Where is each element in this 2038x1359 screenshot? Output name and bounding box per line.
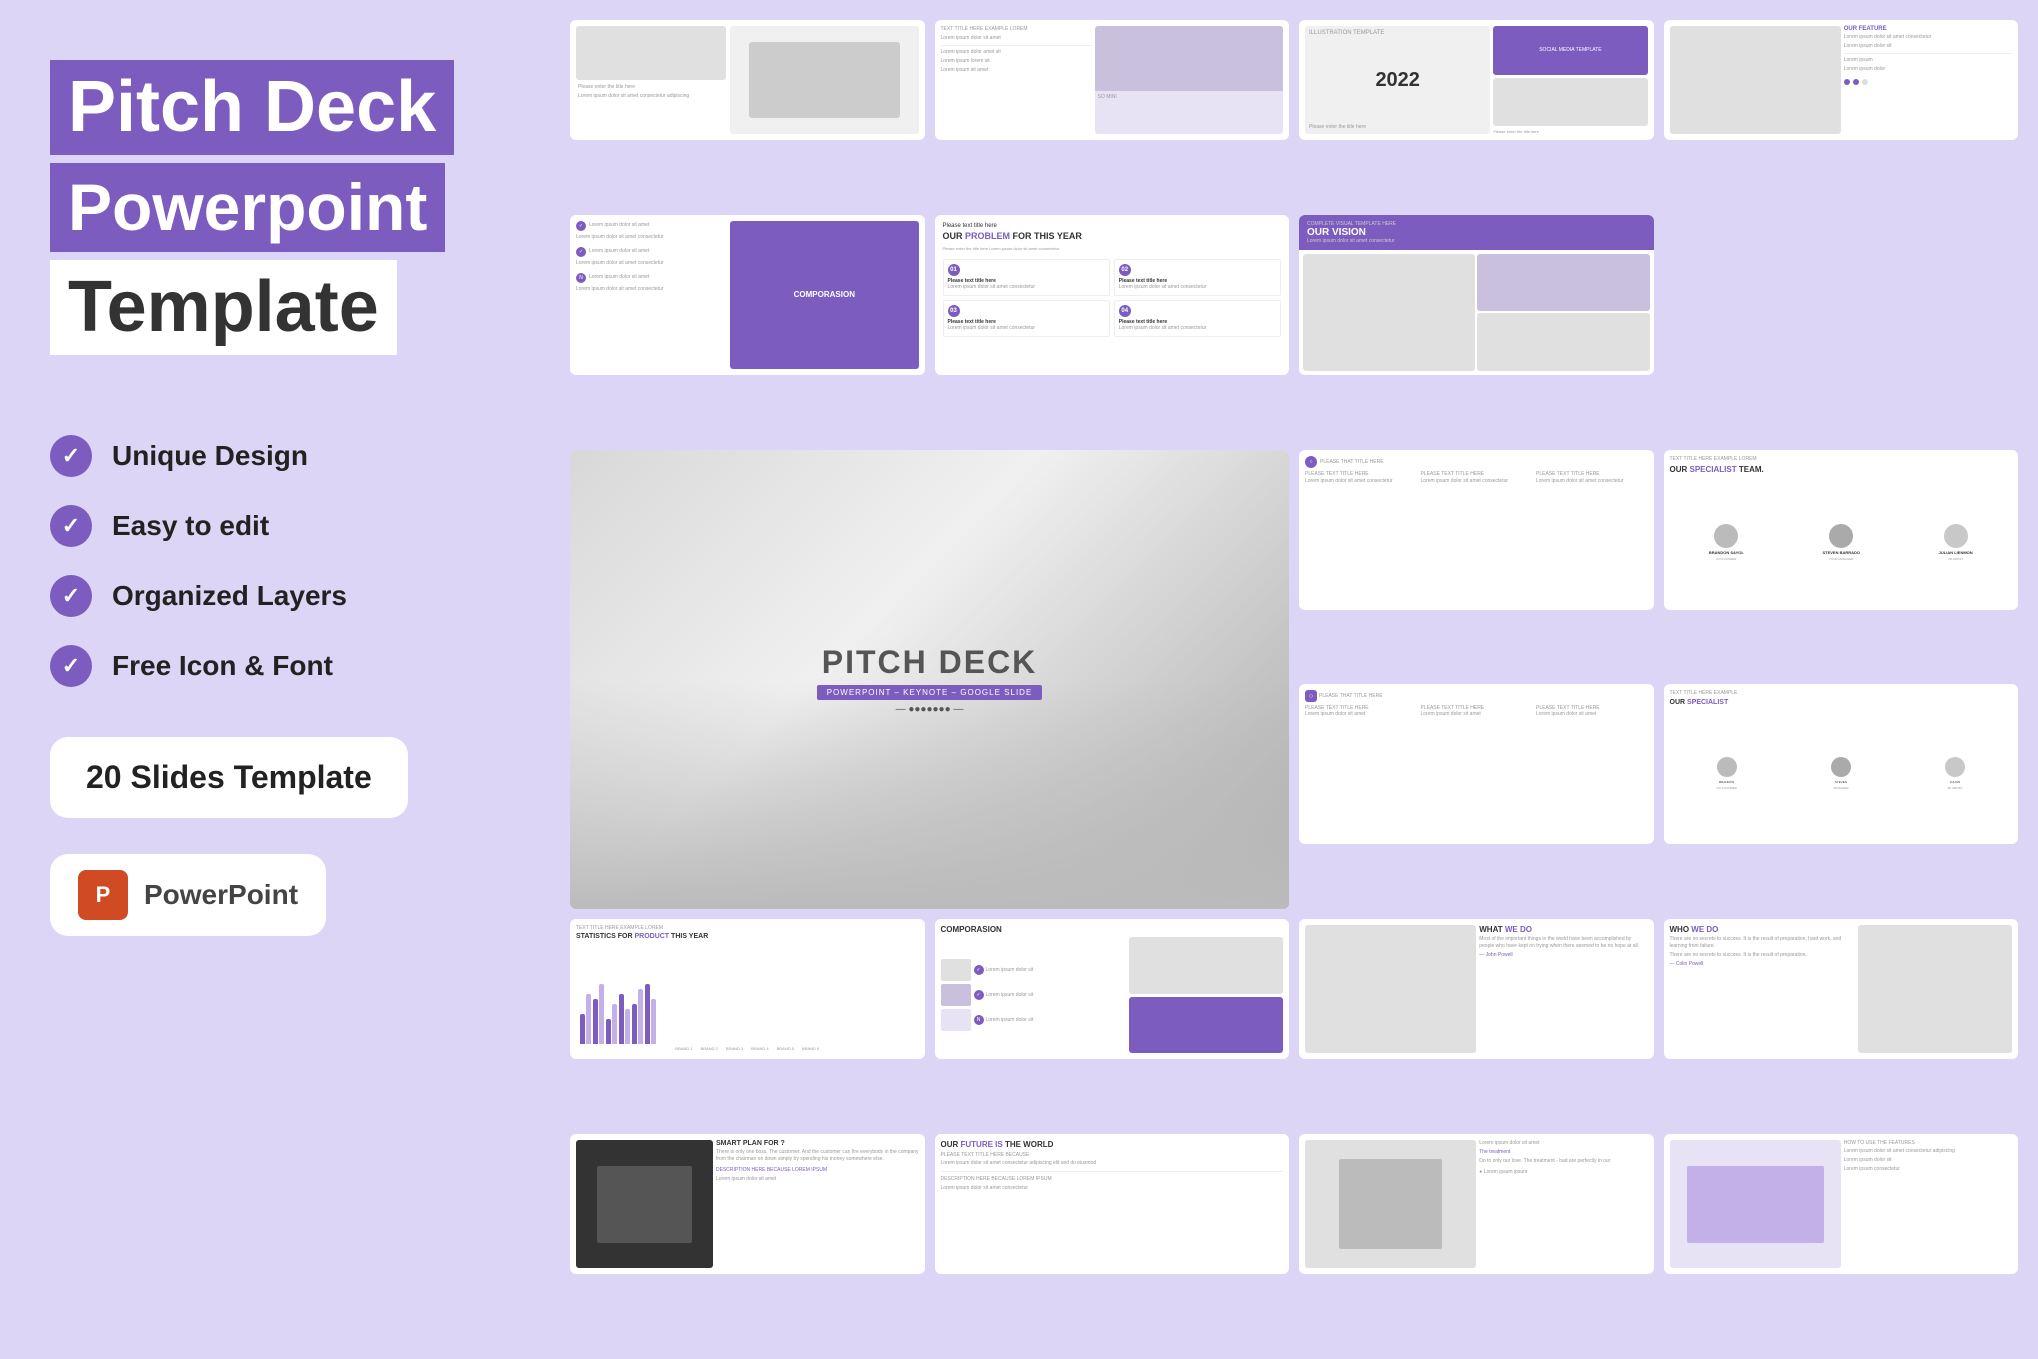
slide-tech-specs[interactable]: TEXT TITLE HERE EXAMPLE LOREM Lorem ipsu… xyxy=(935,20,1290,140)
slides-badge-text: 20 Slides Template xyxy=(86,759,372,795)
slide-r1c2-text1: TEXT TITLE HERE EXAMPLE LOREM xyxy=(941,26,1092,33)
team-member-3: JULIAN LIENMON 3D ARTIST xyxy=(1939,524,1973,561)
team-member-1: BRANDON SAYOL CO-FOUNDER xyxy=(1709,524,1744,561)
team-member-2: STEVEN BARRADO YOUR MANAGER xyxy=(1822,524,1860,561)
feature-label-1: Unique Design xyxy=(112,440,308,472)
specialist-title: OUR SPECIALIST TEAM. xyxy=(1670,465,2013,474)
slide-what-we-do[interactable]: WHAT WE DO Most of the important things … xyxy=(1299,919,1654,1059)
slide-2022-subtext: Please enter the title here xyxy=(1309,124,1486,130)
features-list: Unique Design Easy to edit Organized Lay… xyxy=(50,435,510,687)
pitch-main-subtitle: POWERPOINT – KEYNOTE – GOOGLE SLIDE xyxy=(817,685,1043,700)
slide-comparison2[interactable]: COMPORASION ✓ Lorem ipsum dolor sit ✓ xyxy=(935,919,1290,1059)
slide-tech-person[interactable]: Lorem ipsum dolor sit amet The treatment… xyxy=(1299,1134,1654,1274)
pitch-progress-dots: — ●●●●●●● — xyxy=(817,704,1043,715)
problem-please-text: Please text title here xyxy=(943,223,1282,229)
pitch-main-title: PITCH DECK xyxy=(817,644,1043,681)
slide-r1c2-text3: Lorem ipsum dolor amet sit xyxy=(941,49,1092,56)
year-display: 2022 xyxy=(1375,69,1420,92)
slides-badge: 20 Slides Template xyxy=(50,737,408,818)
slide-statistics[interactable]: TEXT TITLE HERE EXAMPLE LOREM STATISTICS… xyxy=(570,919,925,1059)
slide-comparison[interactable]: ✓ Lorem ipsum dolor sit amet Lorem ipsum… xyxy=(570,215,925,375)
vision-title: OUR VISION xyxy=(1307,227,1646,238)
slide-specialist-team[interactable]: TEXT TITLE HERE EXAMPLE LOREM OUR SPECIA… xyxy=(1664,450,2019,610)
feature-3col: PLEASE TEXT TITLE HERE Lorem ipsum dolor… xyxy=(1305,471,1648,485)
title-line1: Pitch Deck xyxy=(50,60,454,155)
slide-who-we-do[interactable]: WHO WE DO There are no secrets to succes… xyxy=(1664,919,2019,1059)
feature-item-1: Unique Design xyxy=(50,435,510,477)
slide-laptop[interactable]: Please enter the title here Lorem ipsum … xyxy=(570,20,925,140)
our-problem-title: OUR PROBLEM FOR THIS YEAR xyxy=(943,231,1282,242)
left-panel: Pitch Deck Powerpoint Template Unique De… xyxy=(0,0,560,1359)
slide-2022[interactable]: ILLUSTRATION TEMPLATE 2022 Please enter … xyxy=(1299,20,1654,140)
powerpoint-label: PowerPoint xyxy=(144,879,298,911)
slide-specialist-lower[interactable]: TEXT TITLE HERE EXAMPLE OUR SPECIALIST B… xyxy=(1664,684,2019,844)
slide-r1c2-text2: Lorem ipsum dolor sit amet xyxy=(941,35,1092,42)
powerpoint-badge: P PowerPoint xyxy=(50,854,326,936)
check-icon-1 xyxy=(50,435,92,477)
what-we-do-title: WHAT WE DO xyxy=(1479,925,1647,934)
comparison2-label: COMPORASION xyxy=(941,925,1284,934)
problem-cell-2: 02 Please text title here Lorem ipsum do… xyxy=(1114,259,1281,296)
our-future-title: OUR FUTURE IS THE WORLD xyxy=(941,1140,1284,1150)
who-we-do-title: WHO WE DO xyxy=(1670,925,1855,934)
problem-grid: 01 Please text title here Lorem ipsum do… xyxy=(943,259,1282,337)
slide-feature-boxes[interactable]: ○ PLEASE THAT TITLE HERE PLEASE TEXT TIT… xyxy=(1299,450,1654,610)
check-icon-3 xyxy=(50,575,92,617)
slide-our-problem[interactable]: Please text title here OUR PROBLEM FOR T… xyxy=(935,215,1290,375)
slide-vision-lower[interactable]: ○ PLEASE THAT TITLE HERE PLEASE TEXT TIT… xyxy=(1299,684,1654,844)
progress-dots xyxy=(1844,79,2012,85)
slide-our-future[interactable]: OUR FUTURE IS THE WORLD PLEASE TEXT TITL… xyxy=(935,1134,1290,1274)
slide-r1c1-subtext: Lorem ipsum dolor sit amet consectetur a… xyxy=(578,93,724,100)
slide-r1c1-text: Please enter the title here xyxy=(578,84,724,91)
feature-item-2: Easy to edit xyxy=(50,505,510,547)
team-member-lower-1: BRANDON CO-FOUNDER xyxy=(1717,757,1737,790)
problem-cell-4: 04 Please text title here Lorem ipsum do… xyxy=(1114,300,1281,337)
slide-smart-plan[interactable]: SMART PLAN FOR ? There is only one boss.… xyxy=(570,1134,925,1274)
statistics-title: STATISTICS FOR PRODUCT THIS YEAR xyxy=(576,933,919,940)
feature-label-2: Easy to edit xyxy=(112,510,269,542)
comparison-label: COMPORASION xyxy=(794,290,855,299)
slide-our-feature[interactable]: OUR FEATURE Lorem ipsum dolor sit amet c… xyxy=(1664,20,2019,140)
title-line2: Powerpoint xyxy=(50,163,445,252)
team-member-lower-3: JULIAN 3D ARTIST xyxy=(1945,757,1965,790)
vision-3col: PLEASE TEXT TITLE HERE Lorem ipsum dolor… xyxy=(1305,705,1648,718)
problem-cell-3: 03 Please text title here Lorem ipsum do… xyxy=(943,300,1110,337)
feature-label-4: Free Icon & Font xyxy=(112,650,333,682)
our-feature-label: OUR FEATURE xyxy=(1844,26,2012,32)
slides-grid: Please enter the title here Lorem ipsum … xyxy=(560,0,2038,1359)
feature-label-3: Organized Layers xyxy=(112,580,347,612)
slide-laptop-2[interactable]: HOW TO USE THE FEATURES Lorem ipsum dolo… xyxy=(1664,1134,2019,1274)
title-block: Pitch Deck Powerpoint Template xyxy=(50,60,510,355)
slide-our-vision[interactable]: COMPLETE VISUAL TEMPLATE HERE OUR VISION… xyxy=(1299,215,1654,375)
problem-cell-1: 01 Please text title here Lorem ipsum do… xyxy=(943,259,1110,296)
vision-header: COMPLETE VISUAL TEMPLATE HERE OUR VISION… xyxy=(1299,215,1654,250)
check-icon-2 xyxy=(50,505,92,547)
slide-pitch-main[interactable]: PITCH DECK POWERPOINT – KEYNOTE – GOOGLE… xyxy=(570,450,1289,910)
check-icon-4 xyxy=(50,645,92,687)
powerpoint-icon: P xyxy=(78,870,128,920)
team-member-lower-2: STEVEN MANAGER xyxy=(1831,757,1851,790)
feature-item-4: Free Icon & Font xyxy=(50,645,510,687)
feature-item-3: Organized Layers xyxy=(50,575,510,617)
specialist-lower-title: OUR SPECIALIST xyxy=(1670,699,2013,706)
title-line3: Template xyxy=(50,260,397,355)
smart-plan-title: SMART PLAN FOR ? xyxy=(716,1140,919,1147)
